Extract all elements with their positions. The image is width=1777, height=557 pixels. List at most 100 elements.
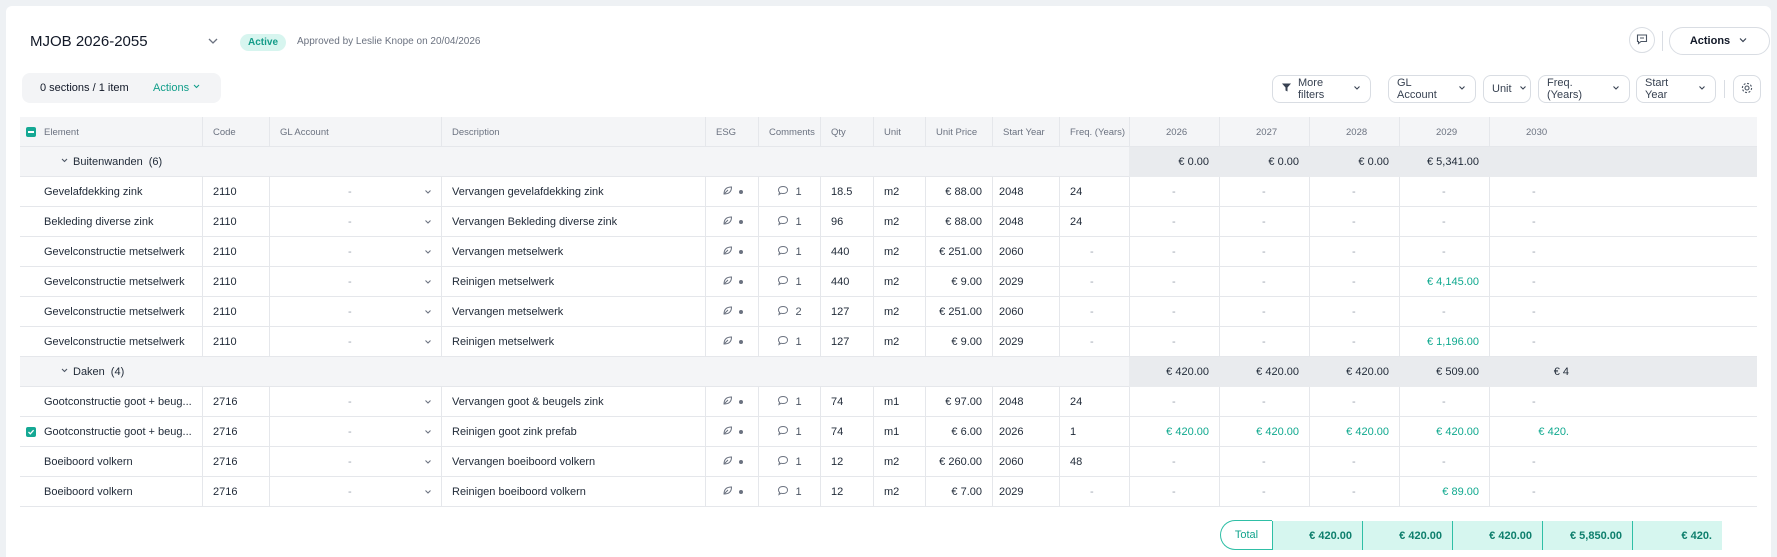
column-header[interactable]: Element	[42, 117, 202, 147]
comments-cell[interactable]: 1	[758, 207, 820, 237]
year-value[interactable]: € 4,145.00	[1399, 267, 1489, 297]
freq-cell[interactable]: 48	[1059, 447, 1129, 477]
year-value[interactable]: -	[1219, 387, 1309, 417]
description-cell[interactable]: Vervangen metselwerk	[441, 297, 705, 327]
year-value[interactable]: -	[1219, 477, 1309, 507]
year-value[interactable]: -	[1399, 447, 1489, 477]
esg-cell[interactable]	[705, 297, 758, 327]
start-year-cell[interactable]: 2048	[992, 177, 1059, 207]
code-cell[interactable]: 2110	[202, 237, 269, 267]
year-value[interactable]: -	[1219, 207, 1309, 237]
start-year-cell[interactable]: 2060	[992, 447, 1059, 477]
year-value[interactable]: € 420.00	[1309, 417, 1399, 447]
year-value[interactable]: -	[1129, 297, 1219, 327]
year-value[interactable]: -	[1489, 387, 1579, 417]
year-value[interactable]: -	[1309, 207, 1399, 237]
year-value[interactable]: -	[1129, 237, 1219, 267]
year-value[interactable]: -	[1399, 237, 1489, 267]
code-cell[interactable]: 2110	[202, 207, 269, 237]
element-cell[interactable]: Gevelconstructie metselwerk	[42, 237, 202, 267]
qty-cell[interactable]: 74	[820, 387, 873, 417]
table-row[interactable]: Gevelconstructie metselwerk 2110 - Vervange…	[20, 237, 1757, 267]
start-year-cell[interactable]: 2029	[992, 267, 1059, 297]
more-filters-button[interactable]: More filters	[1272, 75, 1371, 103]
comments-cell[interactable]: 1	[758, 237, 820, 267]
qty-cell[interactable]: 440	[820, 267, 873, 297]
year-value[interactable]: -	[1309, 297, 1399, 327]
qty-cell[interactable]: 127	[820, 327, 873, 357]
freq-cell[interactable]: -	[1059, 267, 1129, 297]
year-value[interactable]: -	[1399, 177, 1489, 207]
comments-cell[interactable]: 2	[758, 297, 820, 327]
year-value[interactable]: -	[1309, 477, 1399, 507]
row-checkbox[interactable]	[20, 177, 42, 207]
comments-cell[interactable]: 1	[758, 387, 820, 417]
esg-cell[interactable]	[705, 207, 758, 237]
year-value[interactable]: -	[1129, 387, 1219, 417]
table-row[interactable]: Gevelconstructie metselwerk 2110 - Vervange…	[20, 297, 1757, 327]
year-value[interactable]: -	[1129, 447, 1219, 477]
unit-price-cell[interactable]: € 6.00	[925, 417, 992, 447]
comments-cell[interactable]: 1	[758, 177, 820, 207]
year-value[interactable]: -	[1309, 237, 1399, 267]
unit-cell[interactable]: m2	[873, 297, 925, 327]
unit-cell[interactable]: m2	[873, 327, 925, 357]
year-value[interactable]: -	[1489, 267, 1579, 297]
unit-price-cell[interactable]: € 251.00	[925, 237, 992, 267]
element-cell[interactable]: Boeiboord volkern	[42, 477, 202, 507]
description-cell[interactable]: Vervangen boeiboord volkern	[441, 447, 705, 477]
year-value[interactable]: -	[1489, 297, 1579, 327]
group-row[interactable]: Buitenwanden (6) € 0.00 € 0.00 € 0.00 € 5,341…	[20, 147, 1757, 177]
comments-cell[interactable]: 1	[758, 417, 820, 447]
unit-price-cell[interactable]: € 7.00	[925, 477, 992, 507]
unit-cell[interactable]: m2	[873, 267, 925, 297]
element-cell[interactable]: Gootconstructie goot + beug...	[42, 387, 202, 417]
select-all-checkbox[interactable]	[20, 117, 42, 147]
start-year-filter[interactable]: Start Year	[1636, 75, 1716, 103]
description-cell[interactable]: Reinigen boeiboord volkern	[441, 477, 705, 507]
qty-cell[interactable]: 440	[820, 237, 873, 267]
year-value[interactable]: -	[1309, 387, 1399, 417]
freq-filter[interactable]: Freq. (Years)	[1538, 75, 1630, 103]
qty-cell[interactable]: 18.5	[820, 177, 873, 207]
comments-cell[interactable]: 1	[758, 327, 820, 357]
unit-cell[interactable]: m2	[873, 447, 925, 477]
year-value[interactable]: -	[1129, 477, 1219, 507]
description-cell[interactable]: Vervangen goot & beugels zink	[441, 387, 705, 417]
row-checkbox[interactable]	[20, 477, 42, 507]
actions-button[interactable]: Actions	[1669, 27, 1770, 55]
group-label[interactable]: Buitenwanden (6)	[42, 147, 1122, 177]
element-cell[interactable]: Bekleding diverse zink	[42, 207, 202, 237]
year-value[interactable]: -	[1399, 297, 1489, 327]
comments-cell[interactable]: 1	[758, 477, 820, 507]
year-value[interactable]: -	[1219, 237, 1309, 267]
unit-price-cell[interactable]: € 97.00	[925, 387, 992, 417]
comments-cell[interactable]: 1	[758, 267, 820, 297]
table-row[interactable]: Gevelconstructie metselwerk 2110 - Reinigen…	[20, 267, 1757, 297]
group-row[interactable]: Daken (4) € 420.00 € 420.00 € 420.00 € 509.00…	[20, 357, 1757, 387]
column-header[interactable]: Comments	[758, 117, 820, 147]
code-cell[interactable]: 2110	[202, 327, 269, 357]
code-cell[interactable]: 2716	[202, 417, 269, 447]
code-cell[interactable]: 2110	[202, 297, 269, 327]
year-value[interactable]: -	[1399, 207, 1489, 237]
year-value[interactable]: -	[1309, 177, 1399, 207]
esg-cell[interactable]	[705, 327, 758, 357]
esg-cell[interactable]	[705, 417, 758, 447]
gl-account-select[interactable]: -	[269, 207, 441, 237]
start-year-cell[interactable]: 2029	[992, 477, 1059, 507]
gl-account-select[interactable]: -	[269, 387, 441, 417]
unit-price-cell[interactable]: € 251.00	[925, 297, 992, 327]
description-cell[interactable]: Vervangen Bekleding diverse zink	[441, 207, 705, 237]
year-value[interactable]: -	[1129, 327, 1219, 357]
unit-cell[interactable]: m2	[873, 237, 925, 267]
row-checkbox[interactable]	[20, 297, 42, 327]
row-checkbox[interactable]	[20, 387, 42, 417]
group-label[interactable]: Daken (4)	[42, 357, 1122, 387]
qty-cell[interactable]: 12	[820, 477, 873, 507]
year-value[interactable]: -	[1489, 237, 1579, 267]
code-cell[interactable]: 2716	[202, 447, 269, 477]
column-header[interactable]: Qty	[820, 117, 873, 147]
start-year-cell[interactable]: 2048	[992, 387, 1059, 417]
year-value[interactable]: -	[1489, 327, 1579, 357]
